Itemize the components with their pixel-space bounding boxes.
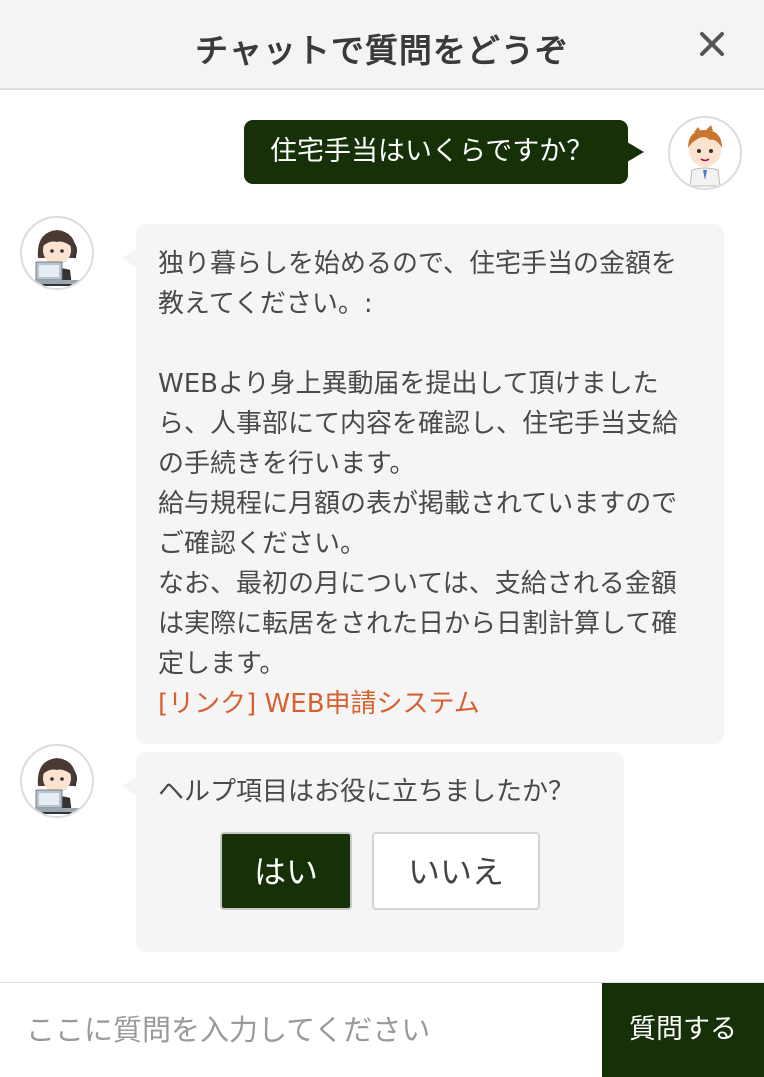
bot-avatar	[20, 744, 94, 818]
operator-avatar-icon	[30, 230, 84, 286]
question-input-bar: 質問する	[0, 982, 764, 1077]
question-input[interactable]	[0, 983, 602, 1077]
answer-text-line: WEBより身上異動届を提出して頂けましたら、人事部にて内容を確認し、住宅手当支給…	[158, 369, 679, 479]
chat-header: チャットで質問をどうぞ	[0, 0, 764, 90]
chat-title: チャットで質問をどうぞ	[195, 31, 569, 70]
close-button[interactable]	[694, 26, 730, 62]
yes-button[interactable]: はい	[220, 832, 352, 910]
answer-text-line: 給与規程に月額の表が掲載されていますのでご確認ください。	[158, 489, 678, 559]
user-message-bubble: 住宅手当はいくらですか？	[244, 120, 644, 184]
answer-question-echo: 独り暮らしを始めるので、住宅手当の金額を教えてください。:	[158, 249, 677, 319]
user-message-text: 住宅手当はいくらですか？	[270, 136, 594, 167]
bot-avatar	[20, 216, 94, 290]
user-avatar-icon	[688, 125, 722, 187]
feedback-prompt: ヘルプ項目はお役に立ちましたか？	[158, 777, 575, 807]
answer-text-line: なお、最初の月については、支給される金額は実際に転居をされた日から日割計算して確…	[158, 569, 678, 679]
bot-answer-bubble: 独り暮らしを始めるので、住宅手当の金額を教えてください。: WEBより身上異動届…	[122, 224, 724, 744]
operator-avatar-icon	[30, 758, 84, 814]
no-button[interactable]: いいえ	[372, 832, 540, 910]
user-avatar	[668, 116, 742, 190]
web-application-link[interactable]: [リンク] WEB申請システム	[158, 689, 480, 719]
close-icon	[700, 32, 724, 56]
submit-question-button[interactable]: 質問する	[602, 983, 764, 1077]
